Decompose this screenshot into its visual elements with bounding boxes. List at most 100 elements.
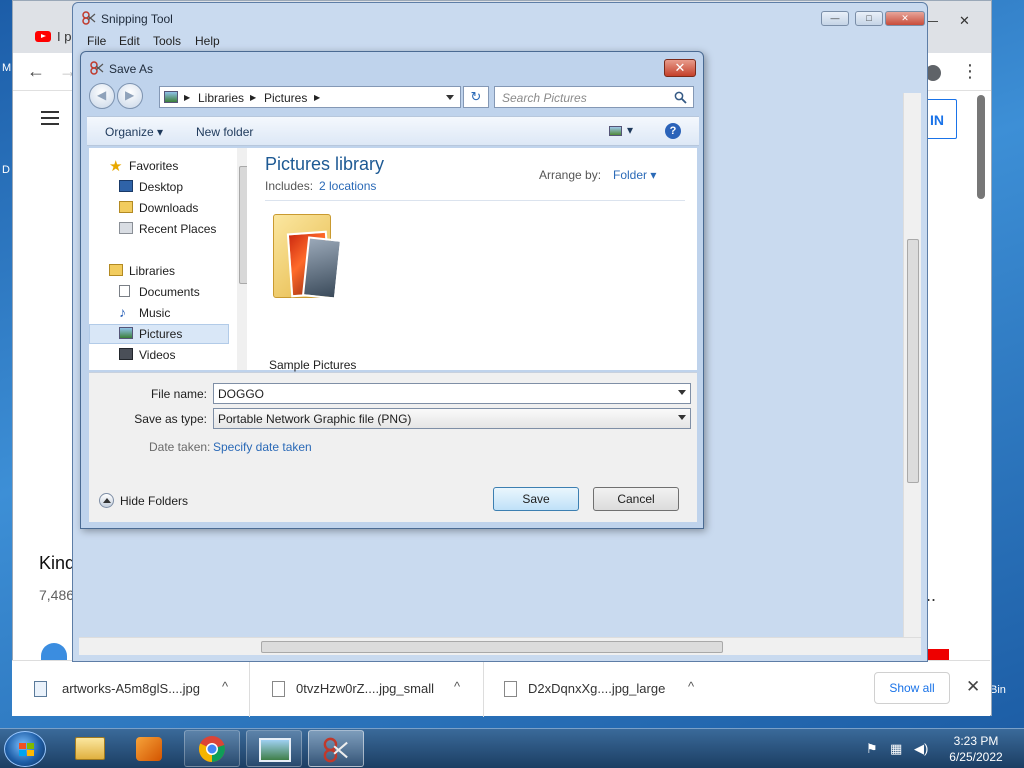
videos-icon [119, 348, 133, 360]
nav-videos[interactable]: Videos [89, 345, 229, 365]
save-options-panel: File name: DOGGO Save as type: Portable … [89, 372, 697, 522]
search-input[interactable]: Search Pictures [494, 86, 694, 108]
nav-pictures[interactable]: Pictures [89, 324, 229, 344]
desktop-edge-text: M [2, 62, 12, 74]
save-type-value: Portable Network Graphic file (PNG) [218, 412, 412, 426]
search-icon[interactable] [674, 91, 687, 104]
navigation-pane: ★ Favorites Desktop Downloads Recent Pla… [89, 148, 251, 370]
nav-libraries[interactable]: Libraries [89, 261, 229, 281]
close-icon[interactable]: ✕ [959, 13, 970, 29]
nav-music[interactable]: ♪ Music [89, 303, 229, 323]
save-button[interactable]: Save [493, 487, 579, 511]
nav-downloads[interactable]: Downloads [89, 198, 229, 218]
browser-tab-title[interactable]: I p [57, 29, 71, 44]
taskbar-snipping-tool[interactable] [308, 730, 364, 767]
menu-tools[interactable]: Tools [153, 34, 181, 48]
nav-desktop[interactable]: Desktop [89, 177, 229, 197]
date-taken-link[interactable]: Specify date taken [213, 440, 312, 454]
dialog-close-button[interactable]: ✕ [664, 59, 696, 77]
download-filename: 0tvzHzw0rZ....jpg_small [296, 681, 434, 696]
nav-favorites[interactable]: ★ Favorites [89, 156, 229, 176]
nav-documents[interactable]: Documents [89, 282, 229, 302]
breadcrumb-pictures[interactable]: Pictures [264, 91, 307, 105]
maximize-button[interactable]: □ [855, 11, 883, 26]
chevron-up-icon[interactable]: ^ [454, 679, 460, 694]
menu-edit[interactable]: Edit [119, 34, 140, 48]
back-button[interactable]: ◀ [89, 83, 115, 109]
back-arrow-icon: ◀ [97, 88, 107, 102]
folder-item[interactable] [265, 208, 345, 328]
breadcrumb-separator-icon[interactable]: ▶ [184, 93, 190, 102]
close-downloads-icon[interactable]: ✕ [966, 677, 980, 697]
menu-file[interactable]: File [87, 34, 106, 48]
download-item[interactable]: D2xDqnxXg....jpg_large ^ [484, 661, 718, 717]
page-scrollbar[interactable] [973, 95, 989, 625]
chevron-up-icon[interactable]: ^ [222, 679, 228, 694]
clock-time[interactable]: 3:23 PM [946, 734, 1006, 748]
start-button[interactable] [4, 731, 46, 767]
file-name-input[interactable]: DOGGO [213, 383, 691, 404]
view-options-icon[interactable] [609, 126, 622, 136]
channel-avatar[interactable] [41, 643, 67, 661]
download-item[interactable]: artworks-A5m8glS....jpg ^ [12, 661, 250, 717]
pictures-library-icon [164, 91, 178, 103]
forward-button[interactable]: ▶ [117, 83, 143, 109]
address-bar[interactable]: ▶ Libraries ▶ Pictures ▶ [159, 86, 461, 108]
snip-vertical-scrollbar[interactable] [903, 93, 921, 637]
save-type-dropdown-icon[interactable] [678, 415, 686, 420]
video-views: 7,486 [39, 587, 75, 603]
folder-icon [75, 737, 105, 760]
volume-icon[interactable]: ◀) [914, 741, 928, 757]
minimize-button[interactable]: — [821, 11, 849, 26]
taskbar-media-player[interactable] [122, 730, 178, 767]
view-dropdown-icon[interactable]: ▾ [627, 123, 633, 137]
file-name-dropdown-icon[interactable] [678, 390, 686, 395]
windows-logo-icon [19, 743, 34, 756]
back-arrow-icon[interactable]: ← [27, 61, 45, 82]
music-icon: ♪ [119, 304, 126, 320]
photo-thumbnail [301, 236, 343, 300]
save-type-select[interactable]: Portable Network Graphic file (PNG) [213, 408, 691, 429]
menu-help[interactable]: Help [195, 34, 220, 48]
hamburger-menu-icon[interactable] [41, 111, 59, 125]
address-dropdown-icon[interactable] [446, 95, 454, 100]
recycle-bin-label[interactable]: Bin [990, 684, 1006, 696]
file-list: Pictures library Includes: 2 locations A… [247, 148, 697, 372]
chrome-icon [198, 736, 225, 762]
close-button[interactable]: ✕ [885, 11, 925, 26]
taskbar-explorer[interactable] [62, 730, 118, 767]
libraries-icon [109, 264, 123, 276]
desktop-edge-text: D [2, 164, 10, 176]
refresh-button[interactable]: ↻ [463, 86, 489, 108]
scissors-icon [90, 61, 104, 75]
video-title: Kind [39, 553, 76, 573]
help-icon[interactable]: ? [665, 123, 681, 139]
chevron-up-icon[interactable]: ^ [688, 679, 694, 694]
taskbar-chrome[interactable] [184, 730, 240, 767]
action-center-icon[interactable]: ⚑ [866, 741, 878, 757]
file-name-value: DOGGO [218, 387, 265, 401]
includes-label: Includes: [265, 179, 314, 193]
taskbar-photo-viewer[interactable] [246, 730, 302, 767]
arrange-by-dropdown[interactable]: Folder ▾ [613, 168, 656, 182]
network-icon[interactable]: ▦ [890, 741, 902, 757]
snip-horizontal-scrollbar[interactable] [79, 637, 921, 655]
clock-date[interactable]: 6/25/2022 [942, 750, 1010, 764]
save-as-dialog: Save As ✕ ◀ ▶ ▶ Libraries ▶ Pictures ▶ ↻… [80, 51, 704, 529]
documents-icon [119, 285, 130, 297]
download-item[interactable]: 0tvzHzw0rZ....jpg_small ^ [250, 661, 484, 717]
forward-arrow-icon: ▶ [125, 88, 135, 102]
new-folder-button[interactable]: New folder [196, 125, 253, 139]
cancel-button[interactable]: Cancel [593, 487, 679, 511]
breadcrumb-separator-icon[interactable]: ▶ [314, 93, 320, 102]
date-taken-label: Date taken: [149, 440, 211, 454]
taskbar: ⚑ ▦ ◀) 3:23 PM 6/25/2022 [0, 728, 1024, 768]
browser-menu-icon[interactable]: ⋮ [961, 61, 979, 82]
locations-link[interactable]: 2 locations [319, 179, 376, 193]
show-all-button[interactable]: Show all [874, 672, 950, 704]
organize-button[interactable]: Organize ▾ [105, 125, 163, 139]
nav-recent-places[interactable]: Recent Places [89, 219, 229, 239]
breadcrumb-separator-icon[interactable]: ▶ [250, 93, 256, 102]
breadcrumb-libraries[interactable]: Libraries [198, 91, 244, 105]
downloads-bar: artworks-A5m8glS....jpg ^ 0tvzHzw0rZ....… [12, 660, 990, 717]
